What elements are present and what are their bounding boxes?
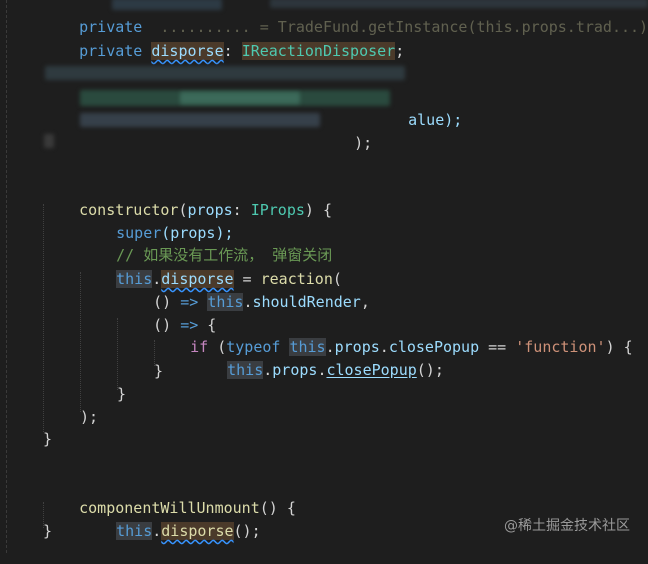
property-name[interactable]: props [272,361,317,379]
dot: . [263,361,273,379]
property-name[interactable]: shouldRender [252,293,360,311]
redaction [180,92,300,104]
code-line[interactable]: } [43,428,52,450]
code-editor[interactable]: private .......... = TradeFund.getInstan… [0,0,648,553]
redaction [80,113,320,127]
code-line[interactable]: constructor(props: IProps) { [43,177,332,219]
this-keyword: this [116,522,153,540]
string-literal: 'function' [515,338,606,356]
code-line[interactable]: () => { [117,292,216,334]
this-keyword: this [227,361,264,379]
obscured-tail: ); [354,134,373,152]
code-line[interactable]: ); [80,406,98,428]
obscured-tail: alue); [408,111,463,129]
colon: : [223,42,242,60]
punctuation: ) { [605,338,633,356]
brace: } [117,385,127,403]
punctuation: ) { [304,201,332,219]
punctuation: () { [259,499,296,517]
redaction [44,134,54,148]
method-call[interactable]: disporse [161,522,234,540]
keyword: private [79,42,143,60]
field-name[interactable]: disporse [151,42,224,60]
type-name[interactable]: IProps [251,201,305,219]
code-line[interactable]: this.props.closePopup(); [191,337,444,379]
operator: == [479,338,516,356]
code-line[interactable]: super(props); [80,200,233,242]
redaction [270,0,648,8]
code-line[interactable]: () => this.shouldRender, [117,269,370,311]
method-link[interactable]: closePopup [326,361,416,379]
code-line[interactable]: ); [318,110,372,152]
brace: } [154,362,164,380]
type-name[interactable]: IReactionDisposer [241,42,396,60]
redaction [45,66,405,80]
brace: } [43,430,53,448]
watermark-text: @稀土掘金技术社区 [504,518,630,534]
punctuation: (); [233,522,261,540]
code-line[interactable]: private disporse: IReactionDisposer; [43,18,404,60]
code-line[interactable]: this.disporse = reaction( [80,246,342,288]
punctuation: , [360,293,370,311]
code-line[interactable]: if (typeof this.props.closePopup == 'fun… [154,314,633,356]
code-line[interactable]: } [154,360,163,382]
brace: } [43,522,53,540]
punctuation: (); [416,361,444,379]
dot: . [152,522,162,540]
gutter-guide [6,0,7,553]
punctuation: ); [80,408,99,426]
code-line[interactable]: componentWillUnmount() { [43,475,296,517]
code-line[interactable]: // 如果没有工作流， 弹窗关闭 [80,222,332,264]
code-line[interactable]: alue); [372,87,462,129]
redaction [112,0,222,10]
semicolon: ; [395,42,405,60]
code-line[interactable]: this.disporse(); [80,498,261,540]
code-line[interactable]: } [43,520,52,542]
code-line[interactable]: } [117,383,126,405]
colon: : [232,201,251,219]
